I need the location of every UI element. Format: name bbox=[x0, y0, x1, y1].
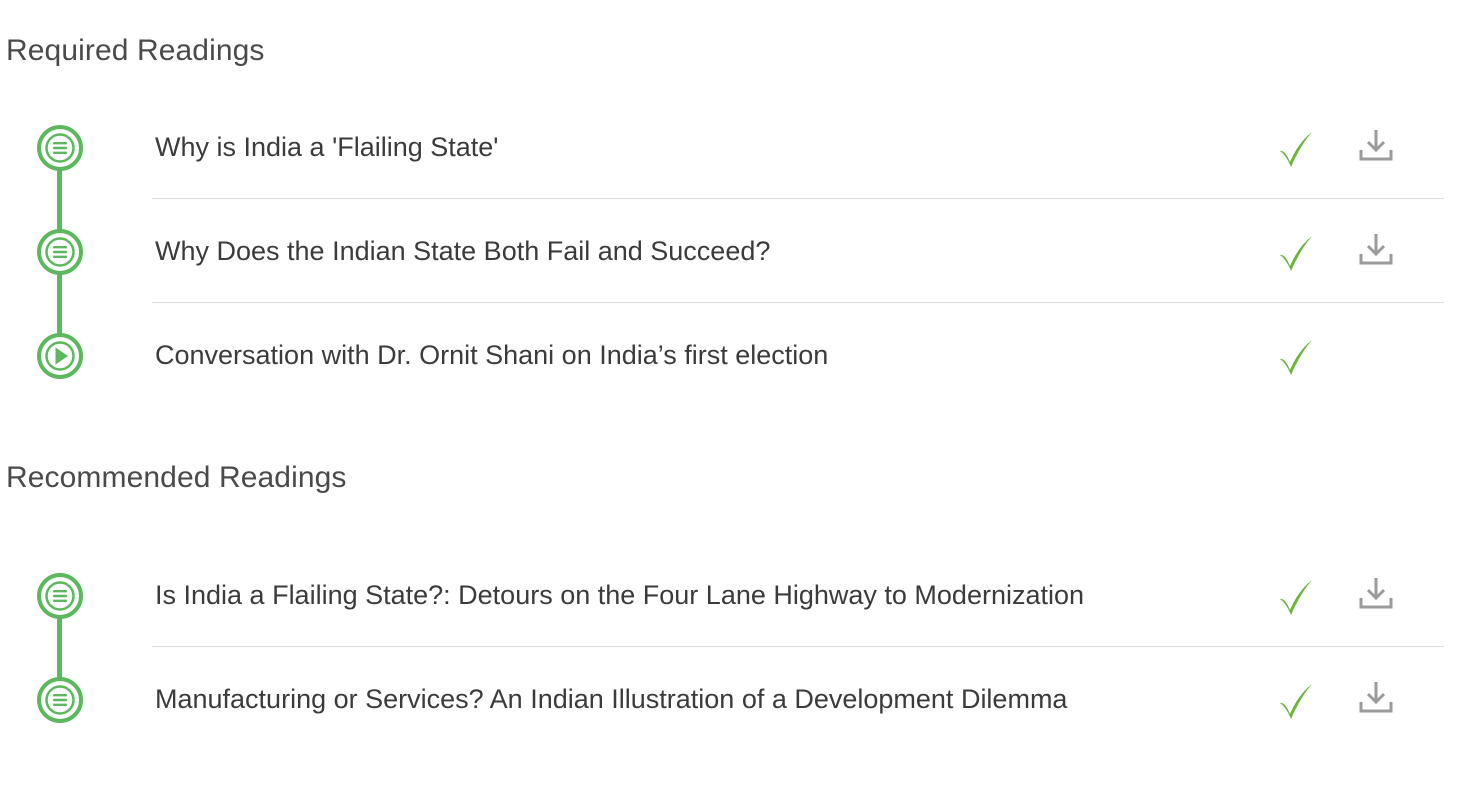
play-icon bbox=[36, 332, 84, 380]
reading-icon bbox=[36, 676, 84, 724]
required-readings-list: Why is India a 'Flailing State' Why Does… bbox=[0, 95, 1458, 407]
item-title[interactable]: Manufacturing or Services? An Indian Ill… bbox=[155, 681, 1067, 717]
reading-icon bbox=[36, 124, 84, 172]
checkmark-icon bbox=[1276, 577, 1316, 617]
section-title-required: Required Readings bbox=[6, 34, 265, 67]
list-item[interactable]: Why is India a 'Flailing State' bbox=[0, 95, 1458, 199]
item-title[interactable]: Conversation with Dr. Ornit Shani on Ind… bbox=[155, 337, 828, 373]
checkmark-icon bbox=[1276, 337, 1316, 377]
list-item[interactable]: Conversation with Dr. Ornit Shani on Ind… bbox=[0, 303, 1458, 407]
list-item[interactable]: Is India a Flailing State?: Detours on t… bbox=[0, 543, 1458, 647]
list-item[interactable]: Manufacturing or Services? An Indian Ill… bbox=[0, 647, 1458, 751]
recommended-readings-list: Is India a Flailing State?: Detours on t… bbox=[0, 543, 1458, 751]
download-icon[interactable] bbox=[1356, 574, 1396, 614]
section-title-recommended: Recommended Readings bbox=[6, 461, 347, 494]
list-item[interactable]: Why Does the Indian State Both Fail and … bbox=[0, 199, 1458, 303]
checkmark-icon bbox=[1276, 681, 1316, 721]
download-icon[interactable] bbox=[1356, 230, 1396, 270]
item-title[interactable]: Is India a Flailing State?: Detours on t… bbox=[155, 577, 1084, 613]
item-title[interactable]: Why Does the Indian State Both Fail and … bbox=[155, 233, 770, 269]
reading-icon bbox=[36, 572, 84, 620]
checkmark-icon bbox=[1276, 129, 1316, 169]
reading-icon bbox=[36, 228, 84, 276]
download-icon[interactable] bbox=[1356, 678, 1396, 718]
item-title[interactable]: Why is India a 'Flailing State' bbox=[155, 129, 498, 165]
download-icon[interactable] bbox=[1356, 126, 1396, 166]
checkmark-icon bbox=[1276, 233, 1316, 273]
